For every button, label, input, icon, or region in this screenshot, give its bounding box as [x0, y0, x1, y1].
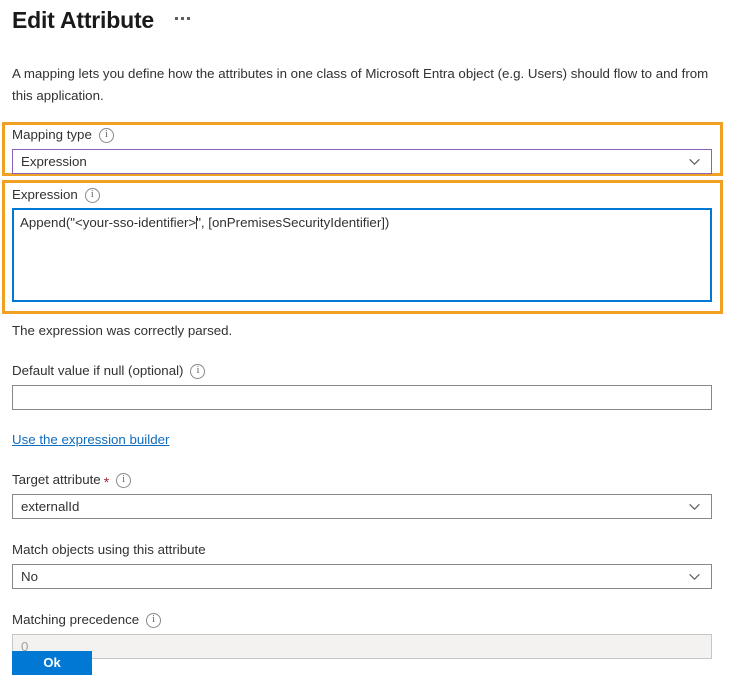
expression-textarea[interactable]: Append("<your-sso-identifier>", [onPremi…: [12, 208, 712, 302]
matching-precedence-label: Matching precedence: [12, 611, 712, 629]
chevron-down-icon: [688, 570, 701, 583]
expression-text-before-caret: Append("<your-sso-identifier>: [20, 215, 197, 230]
expression-validation-message: The expression was correctly parsed.: [12, 323, 233, 338]
more-options-icon[interactable]: [172, 15, 193, 22]
info-icon[interactable]: [84, 187, 100, 203]
target-attribute-field: Target attribute * externalId: [12, 471, 712, 519]
match-objects-label-text: Match objects using this attribute: [12, 542, 206, 557]
mapping-type-value: Expression: [21, 154, 87, 169]
ellipsis-dot: [181, 17, 184, 20]
form-lower-section: The expression was correctly parsed. Def…: [12, 322, 712, 659]
mapping-type-label: Mapping type: [12, 126, 712, 144]
ok-button[interactable]: Ok: [12, 651, 92, 675]
expression-label: Expression: [12, 186, 712, 204]
default-value-label-text: Default value if null (optional): [12, 363, 184, 378]
page-description: A mapping lets you define how the attrib…: [12, 66, 709, 103]
expression-label-text: Expression: [12, 187, 78, 202]
page-header: Edit Attribute: [0, 0, 746, 35]
chevron-down-icon: [688, 155, 701, 168]
target-attribute-label: Target attribute *: [12, 471, 712, 489]
info-icon[interactable]: [190, 363, 206, 379]
info-icon[interactable]: [98, 127, 114, 143]
match-objects-label: Match objects using this attribute: [12, 541, 712, 559]
expression-text-after-caret: ", [onPremisesSecurityIdentifier]): [196, 215, 390, 230]
default-value-field: Default value if null (optional): [12, 362, 712, 410]
match-objects-select[interactable]: No: [12, 564, 712, 589]
matching-precedence-input: 0: [12, 634, 712, 659]
page-title: Edit Attribute: [12, 7, 154, 33]
info-icon[interactable]: [146, 612, 162, 628]
expression-builder-link[interactable]: Use the expression builder: [12, 432, 169, 447]
match-objects-field: Match objects using this attribute No: [12, 541, 712, 589]
target-attribute-value: externalId: [21, 499, 80, 514]
match-objects-value: No: [21, 569, 38, 584]
expression-field: Expression Append("<your-sso-identifier>…: [12, 186, 712, 302]
mapping-type-select[interactable]: Expression: [12, 149, 712, 174]
ellipsis-dot: [187, 17, 190, 20]
default-value-input[interactable]: [12, 385, 712, 410]
target-attribute-select[interactable]: externalId: [12, 494, 712, 519]
matching-precedence-field: Matching precedence 0: [12, 611, 712, 659]
chevron-down-icon: [688, 500, 701, 513]
required-marker: *: [103, 474, 110, 490]
mapping-type-field: Mapping type Expression: [12, 126, 712, 174]
default-value-label: Default value if null (optional): [12, 362, 712, 380]
matching-precedence-label-text: Matching precedence: [12, 612, 140, 627]
mapping-type-label-text: Mapping type: [12, 127, 92, 142]
ellipsis-dot: [175, 17, 178, 20]
info-icon[interactable]: [116, 472, 132, 488]
target-attribute-label-text: Target attribute: [12, 472, 101, 487]
